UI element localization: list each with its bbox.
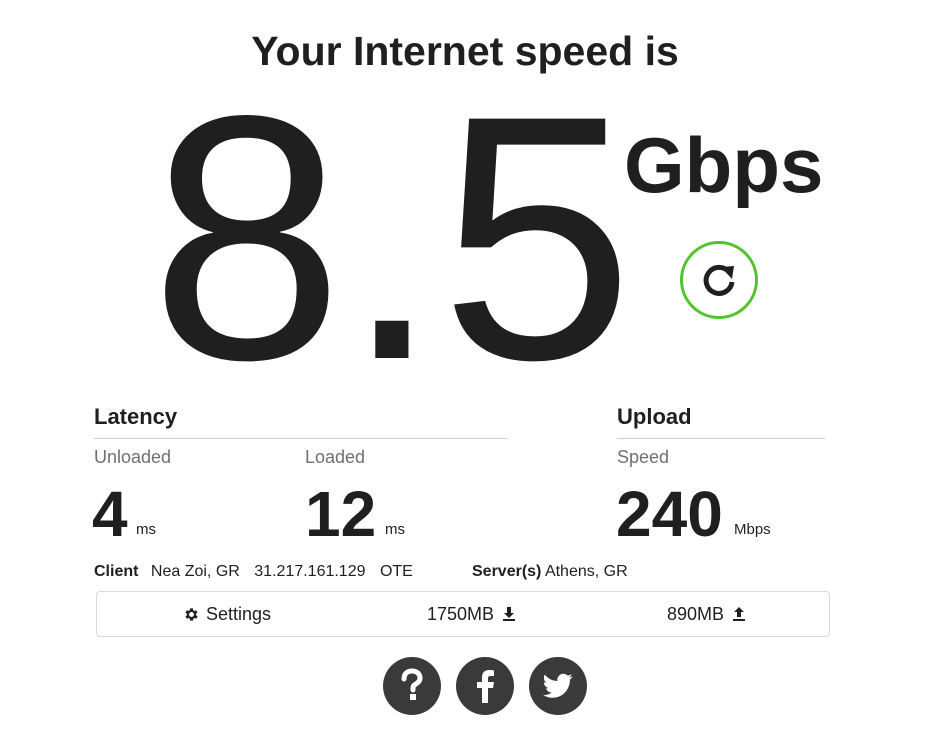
- settings-bar: Settings 1750MB 890MB: [96, 591, 830, 637]
- upload-speed-label: Speed: [617, 447, 670, 467]
- speed-units: Gbps: [624, 121, 824, 209]
- loaded-label: Loaded: [305, 447, 366, 467]
- unloaded-value: 4: [92, 478, 128, 550]
- upload-arrow-icon: [733, 607, 746, 621]
- upload-title: Upload: [617, 404, 692, 429]
- client-info: Client Nea Zoi, GR 31.217.161.129 OTE: [94, 563, 413, 581]
- speed-value: 8.5: [150, 43, 634, 432]
- twitter-button[interactable]: [529, 657, 587, 715]
- loaded-value: 12: [305, 478, 377, 550]
- facebook-icon: [477, 670, 494, 703]
- server-label: Server(s): [472, 563, 542, 580]
- upload-data-amount: 890MB: [667, 592, 746, 636]
- download-data-amount: 1750MB: [427, 592, 516, 636]
- server-location: Athens, GR: [544, 563, 628, 580]
- unloaded-label: Unloaded: [94, 447, 172, 467]
- refresh-icon: [703, 264, 735, 296]
- upload-amount-label: 890MB: [667, 603, 725, 624]
- upload-speed-unit: Mbps: [734, 521, 771, 538]
- client-location: Nea Zoi, GR: [150, 563, 240, 580]
- upload-speed-value: 240: [616, 478, 723, 550]
- client-ip: 31.217.161.129: [254, 563, 366, 580]
- latency-title: Latency: [94, 404, 178, 429]
- facebook-button[interactable]: [456, 657, 514, 715]
- twitter-icon: [543, 673, 573, 698]
- settings-label: Settings: [206, 603, 272, 624]
- gear-icon: [185, 607, 198, 621]
- unloaded-unit: ms: [136, 521, 156, 538]
- upload-divider: [617, 438, 825, 439]
- download-amount-label: 1750MB: [427, 603, 495, 624]
- settings-button[interactable]: Settings: [183, 592, 271, 636]
- refresh-button[interactable]: [680, 241, 758, 319]
- latency-divider: [94, 438, 508, 439]
- help-button[interactable]: [383, 657, 441, 715]
- client-label: Client: [94, 563, 139, 580]
- question-icon: [401, 668, 423, 700]
- loaded-unit: ms: [385, 521, 405, 538]
- server-info: Server(s) Athens, GR: [472, 563, 628, 581]
- download-arrow-icon: [503, 607, 516, 621]
- client-isp: OTE: [379, 563, 413, 580]
